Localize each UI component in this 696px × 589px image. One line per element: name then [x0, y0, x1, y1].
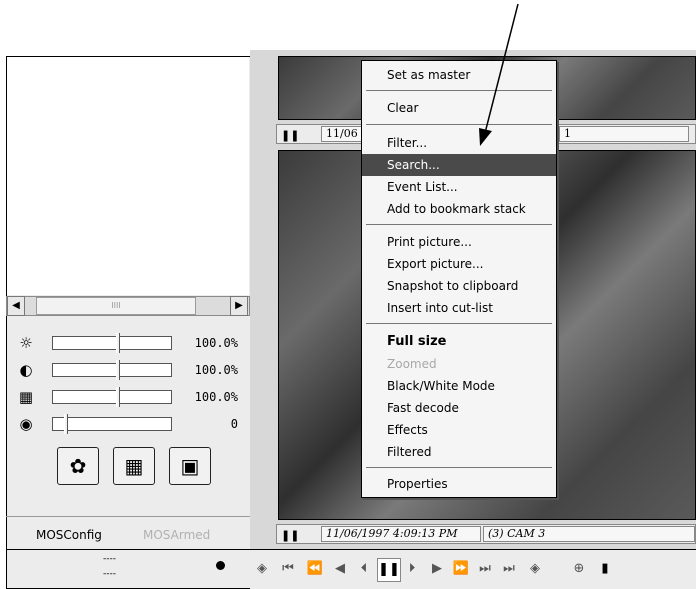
settings-icon: ✿: [69, 454, 87, 478]
scroll-left-button[interactable]: ◀: [7, 296, 25, 316]
status-dash-top: ----: [103, 554, 116, 564]
menu-item-full-size[interactable]: Full size: [362, 331, 556, 353]
grid-button[interactable]: ▦: [113, 447, 155, 485]
stop-icon[interactable]: ▮: [594, 558, 616, 580]
context-menu: Set as master Clear Filter... Search... …: [361, 60, 557, 498]
zoom-icon[interactable]: ⊕: [568, 558, 590, 580]
fast-rewind-icon[interactable]: ⏪: [304, 558, 326, 580]
menu-item-snapshot-to-clipboard[interactable]: Snapshot to clipboard: [362, 275, 556, 297]
step-back-icon[interactable]: ⏴: [353, 558, 375, 580]
menu-item-properties[interactable]: Properties: [362, 473, 556, 495]
brightness-slider-knob[interactable]: [116, 333, 120, 353]
mos-config-label[interactable]: MOSConfig: [36, 528, 102, 542]
saturation-value: 100.0%: [194, 390, 238, 404]
top-camera: 1: [559, 126, 689, 142]
menu-item-set-as-master[interactable]: Set as master: [362, 64, 556, 86]
brightness-slider[interactable]: [52, 336, 172, 350]
menu-item-print-picture[interactable]: Print picture...: [362, 231, 556, 253]
menu-item-fast-decode[interactable]: Fast decode: [362, 397, 556, 419]
saturation-slider-knob[interactable]: [116, 387, 120, 407]
record-indicator: [216, 561, 225, 570]
pause-icon[interactable]: ❚❚: [281, 527, 299, 542]
menu-separator: [366, 124, 552, 125]
contrast-icon: ◐: [19, 361, 33, 379]
contrast-slider[interactable]: [52, 363, 172, 377]
scroll-right-button[interactable]: ▶: [230, 296, 248, 316]
step-forward-icon[interactable]: ⏵: [401, 558, 423, 580]
pause-icon[interactable]: ❚❚: [281, 127, 299, 142]
playback-toolbar: ◈ ⏮ ⏪ ◀ ⏴ ❚❚ ⏵ ▶ ⏩ ⏭ ⏭ ◈ ⊕ ▮: [250, 549, 696, 589]
scroll-thumb[interactable]: IIII: [36, 297, 196, 315]
saturation-icon: ▦: [18, 388, 34, 406]
skip-to-end-icon[interactable]: ⏭: [498, 558, 520, 580]
menu-item-insert-into-cut-list[interactable]: Insert into cut-list: [362, 297, 556, 319]
volume-value: 0: [230, 417, 238, 431]
camera-list-area[interactable]: [7, 57, 249, 295]
skip-to-start-icon[interactable]: ⏮: [277, 558, 299, 580]
rewind-icon[interactable]: ◀: [329, 558, 351, 580]
brightness-icon: ☼: [19, 334, 33, 352]
menu-item-search[interactable]: Search...: [362, 154, 556, 176]
grid-icon: ▦: [124, 454, 144, 478]
save-button[interactable]: ▣: [169, 447, 211, 485]
menu-item-filter[interactable]: Filter...: [362, 132, 556, 154]
volume-slider-knob[interactable]: [64, 414, 68, 434]
previous-camera-icon[interactable]: ◈: [251, 558, 273, 580]
bottom-info-bar: ❚❚ 11/06/1997 4:09:13 PM (3) CAM 3: [276, 524, 696, 544]
menu-item-clear[interactable]: Clear: [362, 97, 556, 119]
next-camera-icon[interactable]: ◈: [524, 558, 546, 580]
fast-forward-icon[interactable]: ⏩: [450, 558, 472, 580]
pause-button-icon[interactable]: ❚❚: [377, 558, 401, 582]
status-dash-bottom: ----: [103, 569, 116, 579]
menu-separator: [366, 90, 552, 91]
status-divider: [6, 549, 250, 550]
menu-item-event-list[interactable]: Event List...: [362, 176, 556, 198]
menu-separator: [366, 467, 552, 468]
volume-icon: ◉: [19, 415, 33, 433]
saturation-slider[interactable]: [52, 390, 172, 404]
menu-item-effects[interactable]: Effects: [362, 419, 556, 441]
contrast-slider-knob[interactable]: [116, 360, 120, 380]
mos-armed-label: MOSArmed: [143, 528, 211, 542]
brightness-value: 100.0%: [194, 336, 238, 350]
volume-slider[interactable]: [52, 417, 172, 431]
save-icon: ▣: [180, 454, 200, 478]
bottom-camera: (3) CAM 3: [483, 526, 695, 542]
menu-item-add-to-bookmark-stack[interactable]: Add to bookmark stack: [362, 198, 556, 220]
bottom-datetime: 11/06/1997 4:09:13 PM: [321, 526, 481, 542]
settings-button[interactable]: ✿: [57, 447, 99, 485]
menu-item-zoomed: Zoomed: [387, 357, 437, 371]
menu-item-export-picture[interactable]: Export picture...: [362, 253, 556, 275]
next-frame-icon[interactable]: ⏭: [474, 558, 496, 580]
play-icon[interactable]: ▶: [426, 558, 448, 580]
panel-divider: [6, 516, 250, 517]
menu-separator: [366, 323, 552, 324]
menu-item-black-white-mode[interactable]: Black/White Mode: [362, 375, 556, 397]
menu-separator: [366, 224, 552, 225]
contrast-value: 100.0%: [194, 363, 238, 377]
menu-item-filtered[interactable]: Filtered: [362, 441, 556, 463]
